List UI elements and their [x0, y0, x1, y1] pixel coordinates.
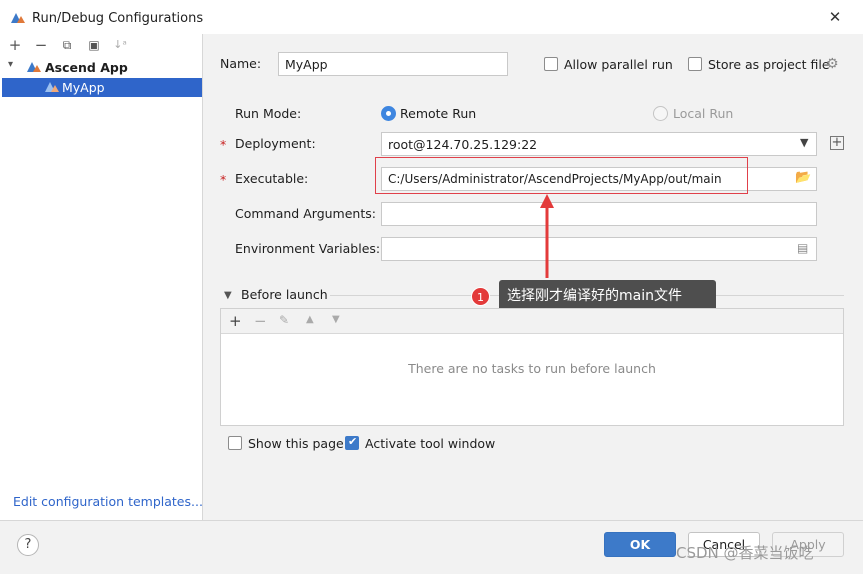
command-args-label: Command Arguments: [235, 206, 376, 221]
checkmark-icon: ✔ [348, 435, 358, 448]
move-down-icon[interactable]: ▼ [332, 314, 340, 325]
show-page-checkbox[interactable] [228, 436, 242, 450]
env-vars-label: Environment Variables: [235, 241, 381, 256]
tree-item-myapp[interactable]: MyApp [2, 78, 202, 97]
document-icon[interactable]: ▤ [797, 241, 808, 255]
gear-icon[interactable]: ⚙ [826, 56, 839, 72]
tree-group-label: Ascend App [45, 60, 128, 75]
copy-config-icon[interactable]: ⧉ [58, 37, 76, 53]
run-config-icon [11, 13, 25, 23]
show-page-label: Show this page [248, 436, 344, 451]
ok-button[interactable]: OK [604, 532, 676, 557]
annotation-number-badge: 1 [471, 287, 490, 306]
edit-task-icon[interactable]: ✎ [279, 313, 289, 327]
env-vars-input[interactable]: ▤ [381, 237, 817, 261]
add-config-button[interactable]: + [6, 37, 24, 53]
executable-label: Executable: [235, 171, 309, 186]
deployment-value: root@124.70.25.129:22 [388, 137, 538, 152]
config-tree-panel [0, 34, 203, 520]
help-button[interactable]: ? [17, 534, 39, 556]
activate-tool-checkbox[interactable]: ✔ [345, 435, 359, 450]
empty-tasks-text: There are no tasks to run before launch [408, 361, 656, 376]
deployment-select[interactable]: root@124.70.25.129:22 ▼ [381, 132, 817, 156]
remove-task-icon[interactable]: − [254, 312, 267, 330]
before-launch-toolbar [221, 309, 843, 334]
chevron-down-icon: ▼ [800, 136, 809, 149]
name-input[interactable]: MyApp [278, 52, 508, 76]
folder-icon[interactable]: 📂 [795, 170, 811, 185]
remote-run-label: Remote Run [400, 106, 477, 121]
sort-icon[interactable]: ↓ᵃ [111, 37, 129, 53]
name-value: MyApp [285, 57, 328, 72]
deployment-label: Deployment: [235, 136, 316, 151]
allow-parallel-checkbox[interactable] [544, 57, 558, 71]
deployment-required-mark: * [220, 137, 227, 152]
activate-tool-label: Activate tool window [365, 436, 496, 451]
window-title: Run/Debug Configurations [32, 11, 204, 26]
footer-divider [0, 520, 863, 521]
remove-config-button[interactable]: − [32, 37, 50, 53]
watermark-text: CSDN @香菜当饭吃 [676, 544, 814, 562]
allow-parallel-label: Allow parallel run [564, 57, 673, 72]
close-icon[interactable]: ✕ [826, 8, 844, 26]
edit-templates-link[interactable]: Edit configuration templates... [13, 494, 203, 509]
add-task-icon[interactable]: + [229, 312, 242, 330]
local-run-radio[interactable] [653, 106, 668, 121]
annotation-arrow [540, 194, 554, 278]
name-label: Name: [220, 56, 262, 71]
ascend-app-icon [27, 62, 41, 72]
store-project-checkbox[interactable] [688, 57, 702, 71]
annotation-highlight-box [375, 157, 748, 194]
move-up-icon[interactable]: ▲ [306, 314, 314, 325]
remote-run-radio[interactable] [381, 106, 396, 121]
before-launch-panel: + − ✎ ▲ ▼ There are no tasks to run befo… [220, 308, 844, 426]
store-project-label: Store as project file [708, 57, 830, 72]
run-mode-label: Run Mode: [235, 106, 302, 121]
chevron-down-icon[interactable]: ▾ [8, 59, 13, 70]
add-deployment-icon[interactable]: + [830, 136, 844, 150]
tree-item-label: MyApp [62, 80, 105, 95]
chevron-down-icon[interactable]: ▼ [224, 290, 232, 301]
myapp-config-icon [45, 82, 59, 92]
before-launch-title[interactable]: Before launch [241, 287, 328, 302]
move-to-folder-icon[interactable]: ▣ [85, 37, 103, 53]
local-run-label: Local Run [673, 106, 734, 121]
tree-group-ascend-app[interactable]: ▾ Ascend App [0, 58, 202, 77]
command-args-input[interactable] [381, 202, 817, 226]
executable-required-mark: * [220, 172, 227, 187]
